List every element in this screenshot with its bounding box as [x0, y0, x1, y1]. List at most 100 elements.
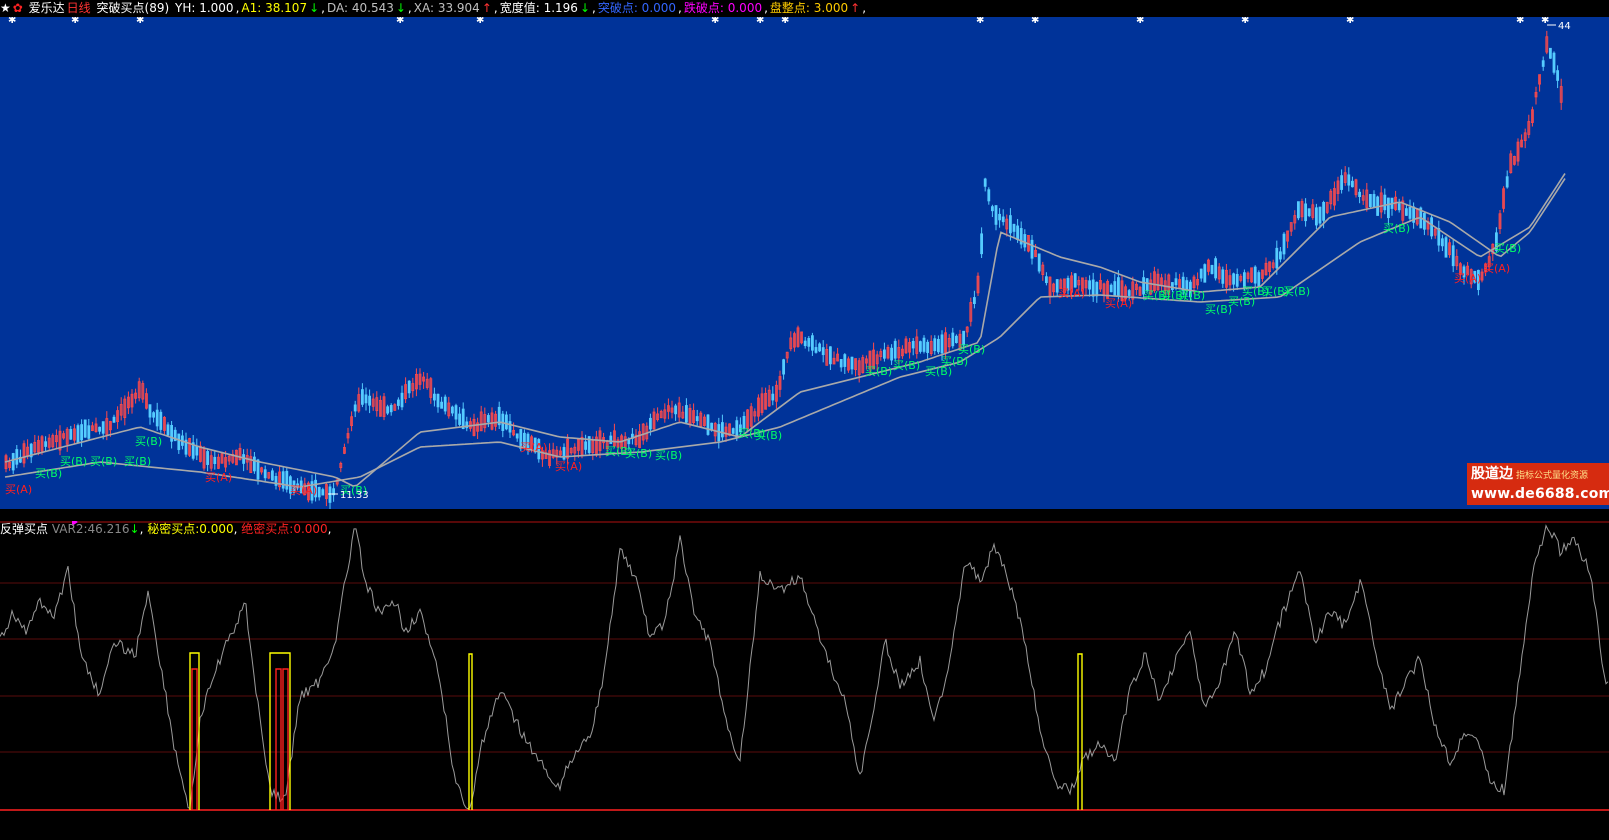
candlestick: [44, 436, 47, 452]
candlestick: [1509, 150, 1513, 174]
top-marker-icon: ✱: [8, 17, 16, 26]
candlestick: [1516, 138, 1520, 166]
indicator-field: YH: 1.000: [174, 1, 234, 15]
candlestick: [1095, 281, 1099, 303]
candlestick: [76, 423, 80, 443]
candlestick: [1156, 268, 1160, 292]
candlestick: [1340, 169, 1343, 194]
candlestick: [479, 405, 483, 432]
candlestick: [436, 393, 440, 413]
candlestick: [335, 478, 339, 487]
candlestick: [1343, 166, 1347, 186]
price-chart[interactable]: ✱ ✱ ✱ ✱ ✱ ✱ ✱ ✱ ✱ ✱ ✱ ✱ ✱ ✱ ✱买(A)买(A)买(A)买(A)买(A)买(A)买…: [0, 15, 1609, 510]
stock-name[interactable]: 爱乐达: [29, 1, 65, 15]
candlestick: [1318, 206, 1322, 229]
buy-b-signal: 买(B): [958, 343, 985, 356]
candlestick: [1383, 188, 1387, 215]
candlestick: [220, 451, 224, 464]
candlestick: [389, 403, 393, 416]
candlestick: [1019, 221, 1023, 249]
candlestick: [1347, 167, 1351, 192]
candlestick: [51, 433, 55, 449]
moving-average-line: [4, 178, 1566, 487]
candlestick: [947, 334, 951, 352]
indicator-field: 盘整点: 3.000: [769, 1, 849, 15]
candlestick: [699, 410, 703, 428]
candlestick: [1271, 259, 1275, 270]
candlestick: [1361, 189, 1365, 205]
candlestick: [800, 331, 803, 345]
candlestick: [137, 377, 141, 402]
buy-b-signal: 买(B): [124, 455, 151, 468]
candlestick: [184, 432, 188, 458]
oscillator-title[interactable]: 反弹买点: [0, 522, 48, 536]
candlestick: [973, 290, 976, 309]
candlestick: [278, 466, 282, 491]
candlestick: [414, 368, 418, 397]
candlestick: [987, 187, 991, 205]
candlestick: [234, 449, 238, 466]
candlestick: [1261, 269, 1264, 282]
candlestick: [821, 340, 825, 363]
oscillator-panel[interactable]: [0, 518, 1609, 837]
candlestick: [116, 406, 119, 429]
candlestick: [1135, 281, 1138, 296]
arrow-up-icon: ↑: [481, 1, 492, 15]
buy-b-signal: 买(B): [941, 355, 968, 368]
candlestick: [775, 380, 778, 409]
candlestick: [850, 356, 854, 375]
candlestick: [1207, 258, 1210, 276]
candlestick: [1250, 267, 1253, 283]
candlestick: [1210, 264, 1214, 275]
candlestick: [789, 331, 793, 352]
candlestick: [1286, 230, 1289, 249]
candlestick: [407, 380, 411, 398]
candlestick: [375, 391, 379, 417]
buy-b-signal: 买(B): [893, 359, 920, 372]
candlestick: [490, 407, 494, 431]
candlestick: [468, 417, 472, 432]
buy-a-signal: 买(A): [290, 484, 317, 497]
candlestick: [209, 450, 213, 472]
candlestick: [1279, 246, 1282, 263]
candlestick: [1538, 74, 1541, 92]
indicator-name[interactable]: 突破买点(89): [97, 1, 170, 15]
candlestick: [656, 407, 659, 422]
candlestick: [1502, 186, 1505, 213]
candlestick: [1336, 176, 1340, 202]
candlestick: [98, 426, 101, 435]
candlestick: [839, 359, 843, 372]
candlestick: [829, 346, 832, 370]
buy-b-signal: 买(B): [865, 365, 892, 378]
candlestick: [1023, 229, 1027, 252]
site-watermark: 股道边 指标公式量化资源 www.de6688.com: [1467, 463, 1609, 505]
candlestick: [18, 449, 22, 464]
candlestick: [1282, 232, 1286, 260]
buy-b-signal: 买(B): [60, 455, 87, 468]
candlestick: [371, 393, 375, 411]
star-icon[interactable]: ★: [0, 1, 11, 15]
period-label[interactable]: 日线: [67, 1, 91, 15]
secret-buy-label: 秘密买点:: [147, 522, 200, 536]
candlestick: [1372, 190, 1376, 208]
candlestick: [731, 427, 735, 435]
candlestick: [1315, 203, 1318, 230]
secret-buy-value: 0.000: [199, 522, 234, 536]
candlestick: [73, 424, 76, 444]
candlestick: [242, 449, 246, 472]
oscillator-chart[interactable]: [0, 518, 1609, 837]
price-chart-panel[interactable]: ✱ ✱ ✱ ✱ ✱ ✱ ✱ ✱ ✱ ✱ ✱ ✱ ✱ ✱ ✱ 买(A) 买(A) 买(A) 买(A) 买(A) 买(A) 买…: [0, 15, 1609, 510]
candlestick: [260, 466, 264, 475]
candlestick: [670, 400, 674, 419]
candlestick: [793, 331, 796, 352]
candlestick: [353, 400, 357, 418]
candlestick: [551, 442, 555, 460]
candlestick: [494, 410, 498, 431]
candlestick: [4, 453, 8, 473]
candlestick: [69, 425, 73, 440]
candlestick: [1109, 283, 1113, 293]
candlestick: [764, 387, 767, 410]
top-marker-icon: ✱: [136, 17, 144, 26]
candlestick: [965, 326, 969, 338]
candlestick: [796, 325, 800, 348]
